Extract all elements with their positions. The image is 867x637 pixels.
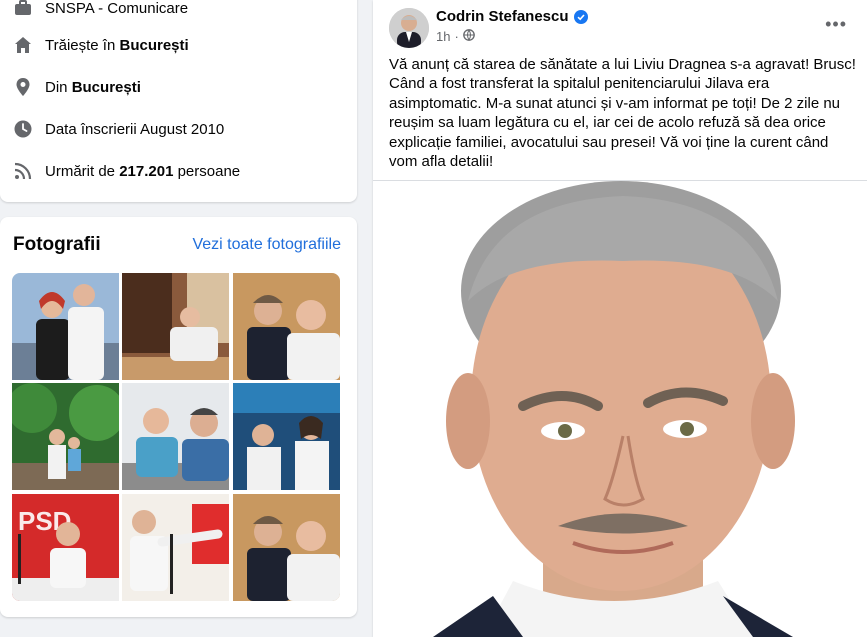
- photo-7[interactable]: PSD: [12, 494, 119, 601]
- intro-from-city[interactable]: București: [72, 79, 141, 96]
- verified-badge-icon: [573, 9, 588, 24]
- intro-followers-prefix: Urmărit de: [45, 162, 120, 180]
- intro-lives: Trăiește în București: [12, 33, 189, 57]
- intro-followers: Urmărit de 217.201 persoane: [12, 159, 240, 183]
- post-photo[interactable]: [373, 181, 867, 637]
- intro-lives-city[interactable]: București: [119, 37, 188, 54]
- globe-icon[interactable]: [462, 29, 475, 44]
- intro-work-text[interactable]: SNSPA - Comunicare: [45, 0, 188, 17]
- photos-title[interactable]: Fotografii: [13, 234, 101, 256]
- post-text: Vă anunț că starea de sănătate a lui Liv…: [389, 56, 856, 171]
- intro-from: Din București: [12, 75, 141, 99]
- intro-work: SNSPA - Comunicare: [12, 0, 188, 20]
- work-icon: [12, 0, 34, 19]
- meta-dot: ·: [454, 29, 459, 44]
- intro-from-prefix: Din: [45, 78, 72, 96]
- photo-8[interactable]: [122, 494, 229, 601]
- see-all-photos-link[interactable]: Vezi toate fotografiile: [192, 236, 341, 254]
- clock-icon: [12, 118, 34, 140]
- intro-followers-count: 217.201: [119, 162, 174, 180]
- photo-6[interactable]: [233, 383, 340, 490]
- post-meta: 1h ·: [436, 29, 475, 44]
- photo-2[interactable]: [122, 273, 229, 380]
- photo-3[interactable]: [233, 273, 340, 380]
- photo-1[interactable]: [12, 273, 119, 380]
- post-card: Codrin Stefanescu 1h · ••• Vă anunț că s…: [373, 0, 867, 637]
- photo-5[interactable]: [122, 383, 229, 490]
- intro-followers-suffix: persoane: [173, 162, 241, 180]
- intro-card: SNSPA - Comunicare Trăiește în București…: [0, 0, 357, 202]
- rss-icon: [12, 160, 34, 182]
- photos-card: Fotografii Vezi toate fotografiile PSD: [0, 217, 357, 617]
- more-options-button[interactable]: •••: [825, 14, 847, 35]
- author-avatar[interactable]: [389, 8, 429, 48]
- author-name[interactable]: Codrin Stefanescu: [436, 8, 569, 25]
- intro-lives-prefix: Trăiește în: [45, 36, 120, 54]
- photo-4[interactable]: [12, 383, 119, 490]
- intro-joined: Data înscrierii August 2010: [12, 117, 224, 141]
- post-author: Codrin Stefanescu: [436, 8, 588, 25]
- home-icon: [12, 34, 34, 56]
- intro-joined-text: Data înscrierii August 2010: [45, 120, 225, 138]
- photos-grid: PSD: [12, 273, 340, 601]
- location-pin-icon: [12, 76, 34, 98]
- post-time[interactable]: 1h: [436, 29, 450, 44]
- photo-9[interactable]: [233, 494, 340, 601]
